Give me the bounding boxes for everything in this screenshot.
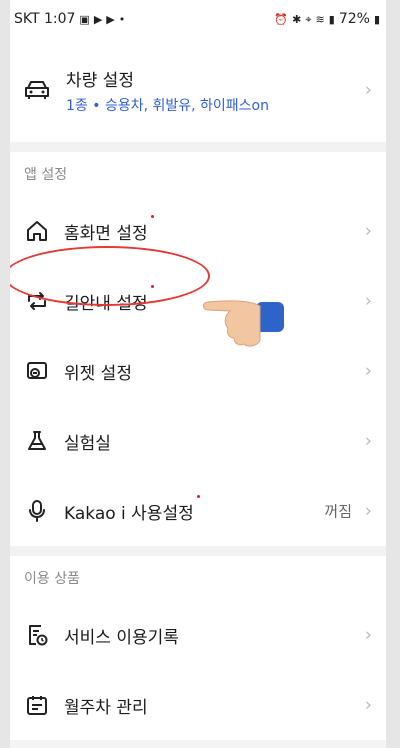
highlight-circle-annotation — [10, 246, 210, 306]
home-screen-settings-label: 홈화면 설정 — [64, 214, 154, 244]
lab-label: 실험실 — [64, 433, 111, 454]
youtube-icon-2: ▶ — [106, 12, 115, 26]
phone-screen: SKT 1:07 ▣ ▶ ▶ • ⏰ ✱ ⌖ ≋ ▮ 72% ▮ 차량 설정 1… — [10, 0, 386, 748]
home-icon — [24, 218, 50, 244]
wifi-icon: ≋ — [315, 12, 325, 26]
chevron-right-icon: › — [364, 220, 372, 242]
kakao-i-settings-row[interactable]: Kakao i 사용설정 꺼짐 › — [10, 476, 386, 546]
kakao-i-settings-label: Kakao i 사용설정 — [64, 494, 200, 524]
vehicle-card: 차량 설정 1종 • 승용차, 휘발유, 하이패스on › — [10, 38, 386, 142]
chevron-right-icon: › — [364, 360, 372, 382]
dot-icon: • — [118, 12, 126, 26]
carrier-time: SKT 1:07 — [14, 11, 76, 27]
section-divider — [10, 546, 386, 556]
new-badge-dot — [150, 214, 154, 218]
vehicle-settings-subtitle: 1종 • 승용차, 휘발유, 하이패스on — [66, 97, 269, 114]
chevron-right-icon: › — [364, 500, 372, 522]
vehicle-settings-title: 차량 설정 — [66, 70, 134, 91]
app-settings-section-title: 앱 설정 — [10, 152, 386, 196]
alarm-icon: ⏰ — [274, 12, 289, 26]
lab-row[interactable]: 실험실 › — [10, 406, 386, 476]
youtube-icon: ▶ — [93, 12, 103, 26]
chevron-right-icon: › — [364, 290, 372, 312]
chevron-right-icon: › — [364, 624, 372, 646]
widget-settings-label: 위젯 설정 — [64, 363, 132, 384]
chevron-right-icon: › — [364, 430, 372, 452]
chevron-right-icon: › — [364, 694, 372, 716]
battery-text: 72% — [338, 11, 370, 27]
service-history-label: 서비스 이용기록 — [64, 627, 179, 648]
new-badge-dot — [196, 494, 200, 498]
section-divider — [10, 142, 386, 152]
bluetooth-icon: ✱ — [292, 12, 302, 26]
signal-icon: ▮ — [328, 12, 335, 26]
vehicle-settings-row[interactable]: 차량 설정 1종 • 승용차, 휘발유, 하이패스on › — [10, 38, 386, 142]
chevron-right-icon: › — [364, 79, 372, 101]
calendar-icon — [24, 692, 50, 718]
monthly-parking-label: 월주차 관리 — [64, 697, 148, 718]
products-section-title: 이용 상품 — [10, 556, 386, 600]
location-icon: ⌖ — [305, 12, 312, 26]
monthly-parking-row[interactable]: 월주차 관리 › — [10, 670, 386, 740]
service-history-row[interactable]: 서비스 이용기록 › — [10, 600, 386, 670]
history-icon — [24, 622, 50, 648]
widget-settings-row[interactable]: 위젯 설정 › — [10, 336, 386, 406]
status-bar: SKT 1:07 ▣ ▶ ▶ • ⏰ ✱ ⌖ ≋ ▮ 72% ▮ — [10, 0, 386, 38]
navigation-settings-row[interactable]: 길안내 설정 › — [10, 246, 386, 347]
products-card: 이용 상품 서비스 이용기록 › 월주차 관리 › — [10, 556, 386, 740]
gallery-icon: ▣ — [79, 12, 90, 26]
flask-icon — [24, 428, 50, 454]
battery-icon: ▮ — [373, 12, 380, 26]
widget-icon — [24, 358, 50, 384]
car-icon — [24, 77, 50, 103]
kakao-i-status-value: 꺼짐 — [324, 502, 352, 521]
microphone-icon — [24, 498, 50, 524]
app-settings-card: 앱 설정 홈화면 설정 › 길안내 설정 › 위젯 설정 › 실험실 › Kak… — [10, 152, 386, 546]
